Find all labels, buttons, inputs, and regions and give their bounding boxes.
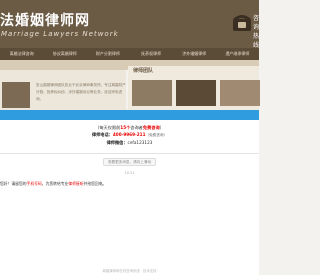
chat-message-text: 您好！请留您的手机号码，为您转给专业律师接听并给您回电。: [0, 179, 106, 189]
welcome-post: ）: [159, 125, 164, 130]
site-logo-title[interactable]: 法婚姻律师网: [0, 10, 90, 30]
lawyer-photo: [2, 82, 30, 108]
team-photos: [132, 80, 260, 106]
main-navigation: 离婚法律咨询 协议离婚律师 财产分割律师 抚养权律师 涉外婚姻律师 遗产继承律师: [0, 48, 259, 60]
welcome-mid: 咨询者: [130, 125, 143, 130]
phone-note: （免费咨询）: [145, 133, 168, 137]
load-history-button[interactable]: 查看更多消息，请向上滑动: [103, 158, 156, 166]
nav-item-custody[interactable]: 抚养权律师: [130, 48, 173, 60]
site-header: 法婚姻律师网 Marriage Lawyers Network 咨询热线: [0, 0, 260, 49]
phone-icon: [233, 15, 251, 31]
nav-item-divorce-consult[interactable]: 离婚法律咨询: [0, 48, 43, 60]
chat-message-row: 您好！请留您的手机号码，为您转给专业律师接听并给您回电。: [0, 179, 170, 189]
chat-title-bar: [0, 110, 259, 120]
message-phone-highlight: 手机号码: [26, 181, 42, 186]
team-photo[interactable]: [132, 80, 172, 106]
team-photo[interactable]: [176, 80, 216, 106]
chat-footer-text: 离婚律师网在线咨询系统 · 技术支持: [102, 269, 157, 273]
chat-welcome-message: （每天仅限前15个咨询者免费咨询） 律师电话：400-9969-211（免费咨询…: [0, 124, 259, 154]
message-pre: 您好！请留您的: [0, 181, 27, 186]
wechat-label: 律师微信：: [106, 140, 128, 145]
welcome-pre: （每天仅限前: [95, 125, 121, 130]
message-mid: ，为您转给专业: [41, 181, 69, 186]
message-timestamp: 10:21: [124, 171, 135, 175]
hotline-text: 咨询热线: [253, 15, 260, 49]
lawyer-description: 张山婚姻律师团队执业于北京律师事务所，专注离婚财产分割、抚养权纠纷、涉外婚姻诉讼…: [36, 83, 126, 101]
welcome-line-wechat: 律师微信：cefa123123: [0, 139, 259, 146]
site-logo-subtitle: Marriage Lawyers Network: [1, 30, 119, 38]
chat-divider: [0, 153, 259, 154]
welcome-count: 15个: [120, 125, 131, 130]
phone-label: 律师电话：: [91, 132, 113, 137]
nav-item-foreign-marriage[interactable]: 涉外婚姻律师: [173, 48, 216, 60]
wechat-id[interactable]: cefa123123: [128, 140, 153, 145]
team-panel-title: 律师团队: [133, 68, 154, 74]
nav-item-property-division[interactable]: 财产分割律师: [86, 48, 129, 60]
nav-item-inheritance[interactable]: 遗产继承律师: [216, 48, 259, 60]
nav-item-agreement-divorce[interactable]: 协议离婚律师: [43, 48, 86, 60]
welcome-line-free: （每天仅限前15个咨询者免费咨询）: [0, 124, 259, 131]
welcome-line-phone: 律师电话：400-9969-211（免费咨询）: [0, 131, 259, 139]
phone-number[interactable]: 400-9969-211: [113, 132, 146, 137]
team-photo[interactable]: [220, 80, 260, 106]
message-lawyer-highlight: 律师接听: [68, 181, 84, 186]
message-post: 并给您回电。: [83, 181, 107, 186]
welcome-free: 免费咨询: [142, 125, 160, 130]
